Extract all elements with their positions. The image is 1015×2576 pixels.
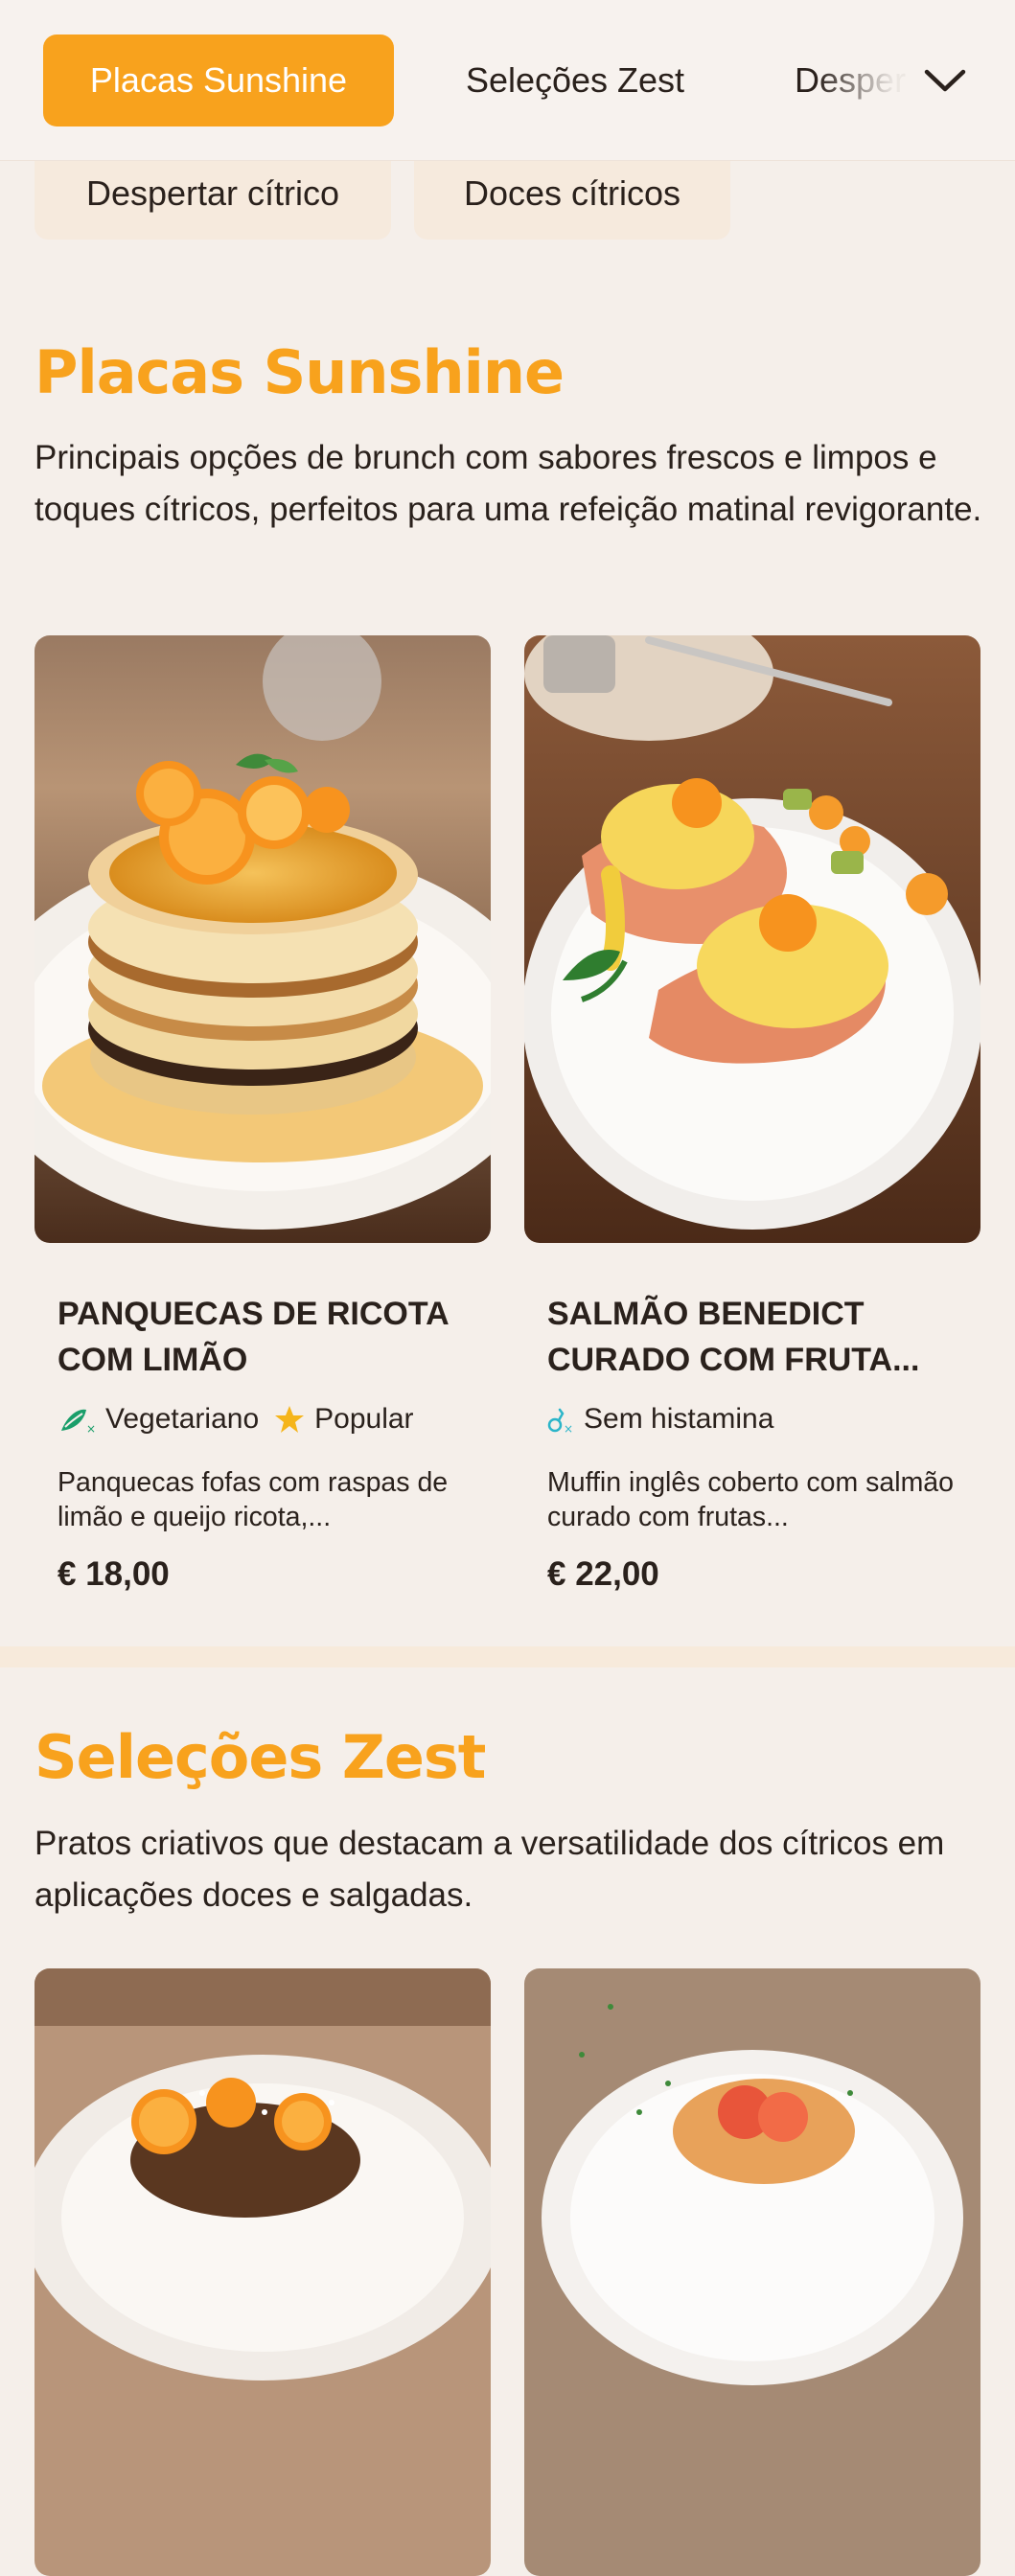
section-description: Principais opções de brunch com sabores … <box>35 439 982 528</box>
menu-item-card[interactable] <box>524 1968 980 2576</box>
dietary-tags: × Vegetariano Popular <box>35 1398 491 1440</box>
menu-item-card[interactable] <box>35 1968 491 2576</box>
section-title: Seleções Zest <box>35 1722 486 1792</box>
tag-popular: Popular <box>274 1403 414 1436</box>
tag-label: Vegetariano <box>105 1403 260 1435</box>
histamine-free-icon: × <box>547 1408 573 1435</box>
menu-item-description: Muffin inglês coberto com salmão curado … <box>547 1467 955 1532</box>
tab-placas-sunshine-label[interactable]: Placas Sunshine <box>43 34 394 126</box>
menu-item-description: Panquecas fofas com raspas de limão e qu… <box>58 1467 449 1532</box>
svg-text:×: × <box>86 1422 96 1436</box>
tag-label: Sem histamina <box>584 1403 774 1435</box>
svg-text:×: × <box>564 1422 573 1435</box>
menu-item-price: € 18,00 <box>58 1555 170 1593</box>
more-tabs-chevron-icon[interactable] <box>918 58 972 104</box>
tag-vegetarian: × Vegetariano <box>58 1402 259 1437</box>
tab-selecoes-zest-label[interactable]: Seleções Zest <box>427 34 724 126</box>
citrus-salad-plate-photo <box>524 1968 980 2576</box>
menu-item-price: € 22,00 <box>547 1555 659 1593</box>
salmon-benedict-photo <box>524 635 980 1243</box>
section-title: Placas Sunshine <box>35 337 565 407</box>
tag-label: Popular <box>314 1403 414 1435</box>
menu-item-name: SALMÃO BENEDICT CURADO COM FRUTA... <box>547 1296 920 1378</box>
vegetarian-icon: × <box>61 1409 96 1436</box>
star-icon <box>275 1406 305 1433</box>
section-divider <box>0 1646 1015 1668</box>
lemon-ricotta-pancakes-photo <box>35 635 491 1243</box>
dietary-tags: × Sem histamina <box>524 1398 980 1440</box>
tab-bar-foreground: Placas Sunshine Seleções Zest Desper <box>0 0 1015 161</box>
tag-histamine-free: × Sem histamina <box>547 1403 773 1436</box>
menu-item-card[interactable]: PANQUECAS DE RICOTA COM LIMÃO × Vegetari… <box>35 635 491 1594</box>
menu-item-name: PANQUECAS DE RICOTA COM LIMÃO <box>58 1296 449 1378</box>
section-description: Pratos criativos que destacam a versatil… <box>35 1825 945 1914</box>
menu-item-card[interactable]: SALMÃO BENEDICT CURADO COM FRUTA... × Se… <box>524 635 980 1594</box>
citrus-french-toast-photo <box>35 1968 491 2576</box>
